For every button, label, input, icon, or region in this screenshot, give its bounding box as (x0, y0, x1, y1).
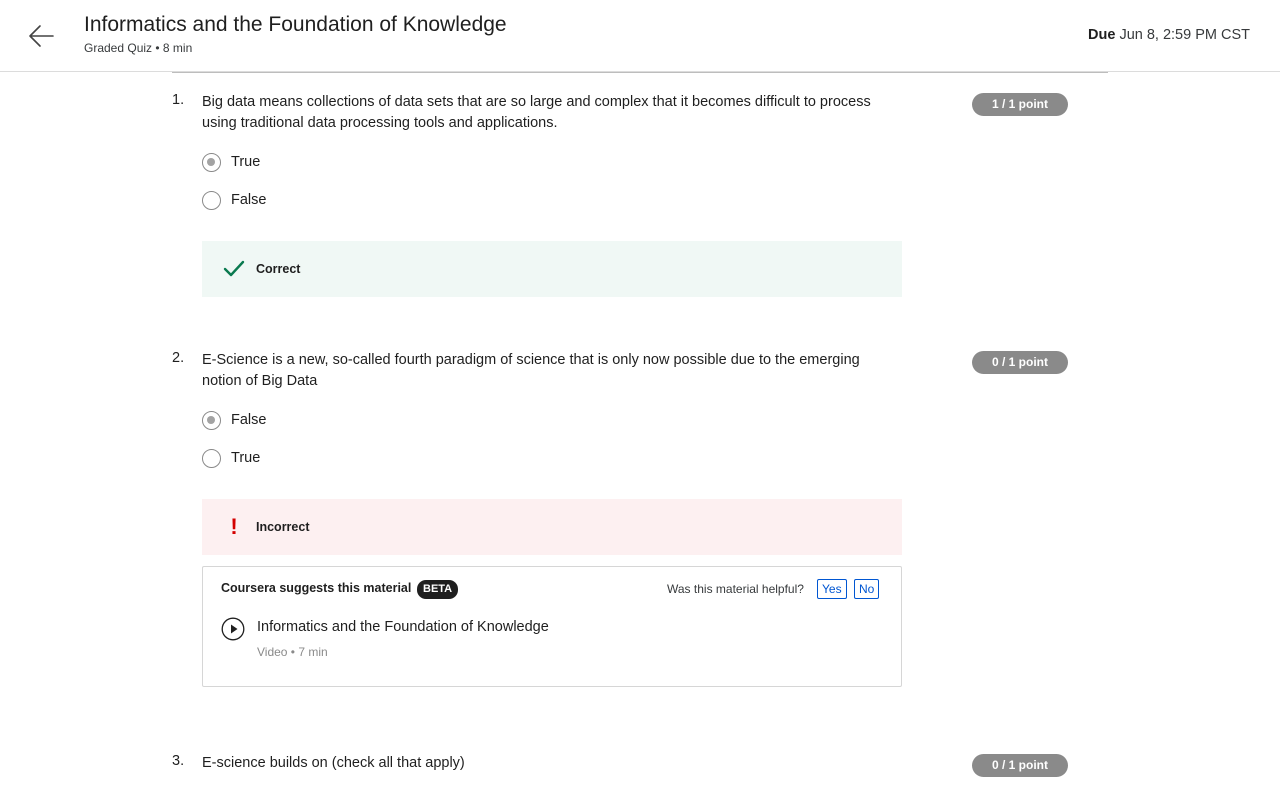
radio-button[interactable] (202, 448, 221, 468)
suggestion-heading: Coursera suggests this material (221, 581, 412, 595)
question-text: Big data means collections of data sets … (202, 94, 871, 131)
question-text: E-science builds on (check all that appl… (202, 755, 465, 771)
option-label: True (231, 154, 261, 170)
due-label: Due (1088, 27, 1116, 43)
checkmark-icon (222, 257, 246, 281)
radio-button[interactable] (202, 190, 221, 210)
feedback-correct: Correct (202, 241, 902, 297)
option-label: False (231, 192, 267, 208)
helpful-prompt: Was this material helpful? (667, 582, 804, 596)
option-false[interactable]: False (202, 189, 266, 211)
due-value: Jun 8, 2:59 PM CST (1119, 27, 1250, 43)
points-badge: 0 / 1 point (972, 754, 1068, 777)
radio-button-selected[interactable] (202, 410, 221, 430)
option-false[interactable]: False (202, 409, 266, 431)
question-text: E-Science is a new, so-called fourth par… (202, 352, 860, 389)
feedback-label: Correct (256, 262, 301, 276)
material-meta: Video • 7 min (257, 645, 328, 659)
page-title: Informatics and the Foundation of Knowle… (84, 13, 507, 36)
question-number: 3. (172, 753, 185, 769)
quiz-header: Informatics and the Foundation of Knowle… (0, 0, 1280, 72)
option-label: False (231, 412, 267, 428)
play-icon[interactable] (221, 617, 245, 641)
feedback-incorrect: ! Incorrect (202, 499, 902, 555)
feedback-label: Incorrect (256, 520, 310, 534)
suggested-material-card: Coursera suggests this material BETA Was… (202, 566, 902, 687)
option-true[interactable]: True (202, 447, 260, 469)
radio-button-selected[interactable] (202, 152, 221, 172)
material-link[interactable]: Informatics and the Foundation of Knowle… (257, 619, 549, 635)
beta-badge: BETA (417, 580, 459, 599)
due-date: Due Jun 8, 2:59 PM CST (1088, 27, 1250, 43)
no-button[interactable]: No (854, 579, 880, 599)
points-badge: 1 / 1 point (972, 93, 1068, 116)
option-label: True (231, 450, 261, 466)
question-number: 2. (172, 350, 185, 366)
option-true[interactable]: True (202, 151, 260, 173)
divider (172, 72, 1108, 73)
points-badge: 0 / 1 point (972, 351, 1068, 374)
exclamation-icon: ! (230, 514, 238, 539)
question-number: 1. (172, 92, 185, 108)
back-arrow-icon[interactable] (26, 20, 58, 52)
yes-button[interactable]: Yes (817, 579, 847, 599)
quiz-subtitle: Graded Quiz • 8 min (84, 41, 193, 55)
